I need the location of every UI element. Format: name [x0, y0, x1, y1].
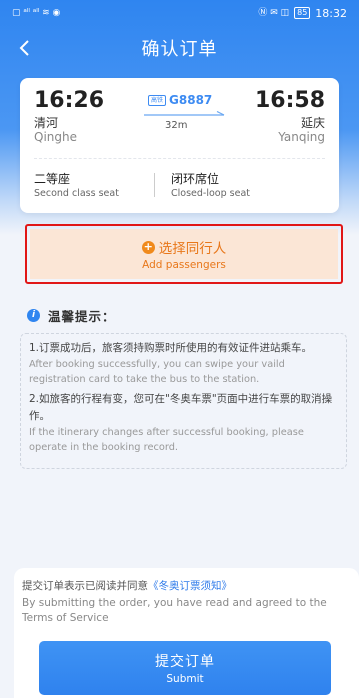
- route-arrow-icon: [144, 111, 225, 116]
- seat-class-en: Second class seat: [34, 188, 119, 199]
- system-icons: Ⓝ ✉ ◫: [258, 7, 290, 18]
- card-divider: [34, 158, 325, 159]
- status-bar: ▢ ᵃˡˡ ᵃˡˡ ≋ ◉ Ⓝ ✉ ◫ 85 18:32: [0, 0, 359, 26]
- departure-station-cn: 清河: [34, 116, 59, 130]
- tips-header: i 温馨提示：: [27, 306, 116, 325]
- tip-1-cn: 1.订票成功后，旅客须持购票时所使用的有效证件进站乘车。: [29, 342, 313, 354]
- tip-2-en: If the itinerary changes after successfu…: [29, 427, 304, 453]
- departure-time: 16:26: [34, 88, 105, 113]
- status-left-icons: ▢ ᵃˡˡ ᵃˡˡ ≋ ◉: [12, 7, 61, 18]
- seat-separator: [154, 173, 155, 197]
- tip-1-en: After booking successfully, you can swip…: [29, 359, 285, 385]
- departure-station-en: Qinghe: [34, 130, 77, 144]
- trip-duration: 32m: [165, 120, 188, 131]
- submit-button[interactable]: 提交订单 Submit: [39, 641, 331, 695]
- battery-icon: 85: [294, 7, 311, 19]
- page-title: 确认订单: [141, 39, 218, 60]
- agreement-text-cn: 提交订单表示已阅读并同意《冬奥订票须知》: [22, 578, 232, 593]
- train-code: G8887: [169, 93, 213, 107]
- info-icon: i: [27, 309, 40, 322]
- cabin-type-cn: 闭环席位: [171, 172, 220, 186]
- cabin-type-en: Closed-loop seat: [171, 188, 250, 199]
- agreement-prefix: 提交订单表示已阅读并同意: [22, 580, 148, 592]
- tip-2-cn: 2.如旅客的行程有变，您可在"冬奥车票"页面中进行车票的取消操作。: [29, 393, 333, 422]
- add-passengers-button[interactable]: + 选择同行人 Add passengers: [25, 224, 343, 284]
- arrival-station-cn: 延庆: [300, 116, 325, 130]
- nav-bar: 确认订单: [0, 26, 359, 70]
- add-passengers-label-en: Add passengers: [142, 259, 226, 271]
- back-button[interactable]: [10, 34, 38, 62]
- tips-title: 温馨提示：: [48, 309, 116, 324]
- submit-label-cn: 提交订单: [155, 654, 215, 670]
- train-type-badge: 高铁: [148, 94, 167, 106]
- terms-link[interactable]: 《冬奥订票须知》: [148, 580, 232, 592]
- signal-wifi-icons: ▢ ᵃˡˡ ᵃˡˡ ≋ ◉: [12, 7, 61, 18]
- seat-class-cn: 二等座: [34, 172, 71, 186]
- add-passengers-inner: + 选择同行人 Add passengers: [30, 229, 338, 279]
- status-right: Ⓝ ✉ ◫ 85 18:32: [258, 7, 347, 20]
- arrival-station-en: Yanqing: [278, 130, 325, 144]
- ticket-card: 16:26 清河 Qinghe 高铁 G8887 32m 16:58 延庆 Ya…: [20, 78, 339, 213]
- arrival-time: 16:58: [254, 88, 325, 113]
- train-number: 高铁 G8887: [148, 93, 212, 107]
- agreement-text-en: By submitting the order, you have read a…: [22, 597, 327, 624]
- add-passengers-label-cn: 选择同行人: [158, 241, 227, 257]
- add-passengers-row: + 选择同行人: [141, 237, 227, 257]
- plus-circle-icon: +: [141, 239, 155, 254]
- tips-box: 1.订票成功后，旅客须持购票时所使用的有效证件进站乘车。 After booki…: [20, 333, 347, 469]
- submit-label-en: Submit: [166, 673, 204, 685]
- clock-time: 18:32: [315, 6, 347, 20]
- chevron-left-icon: [19, 40, 29, 56]
